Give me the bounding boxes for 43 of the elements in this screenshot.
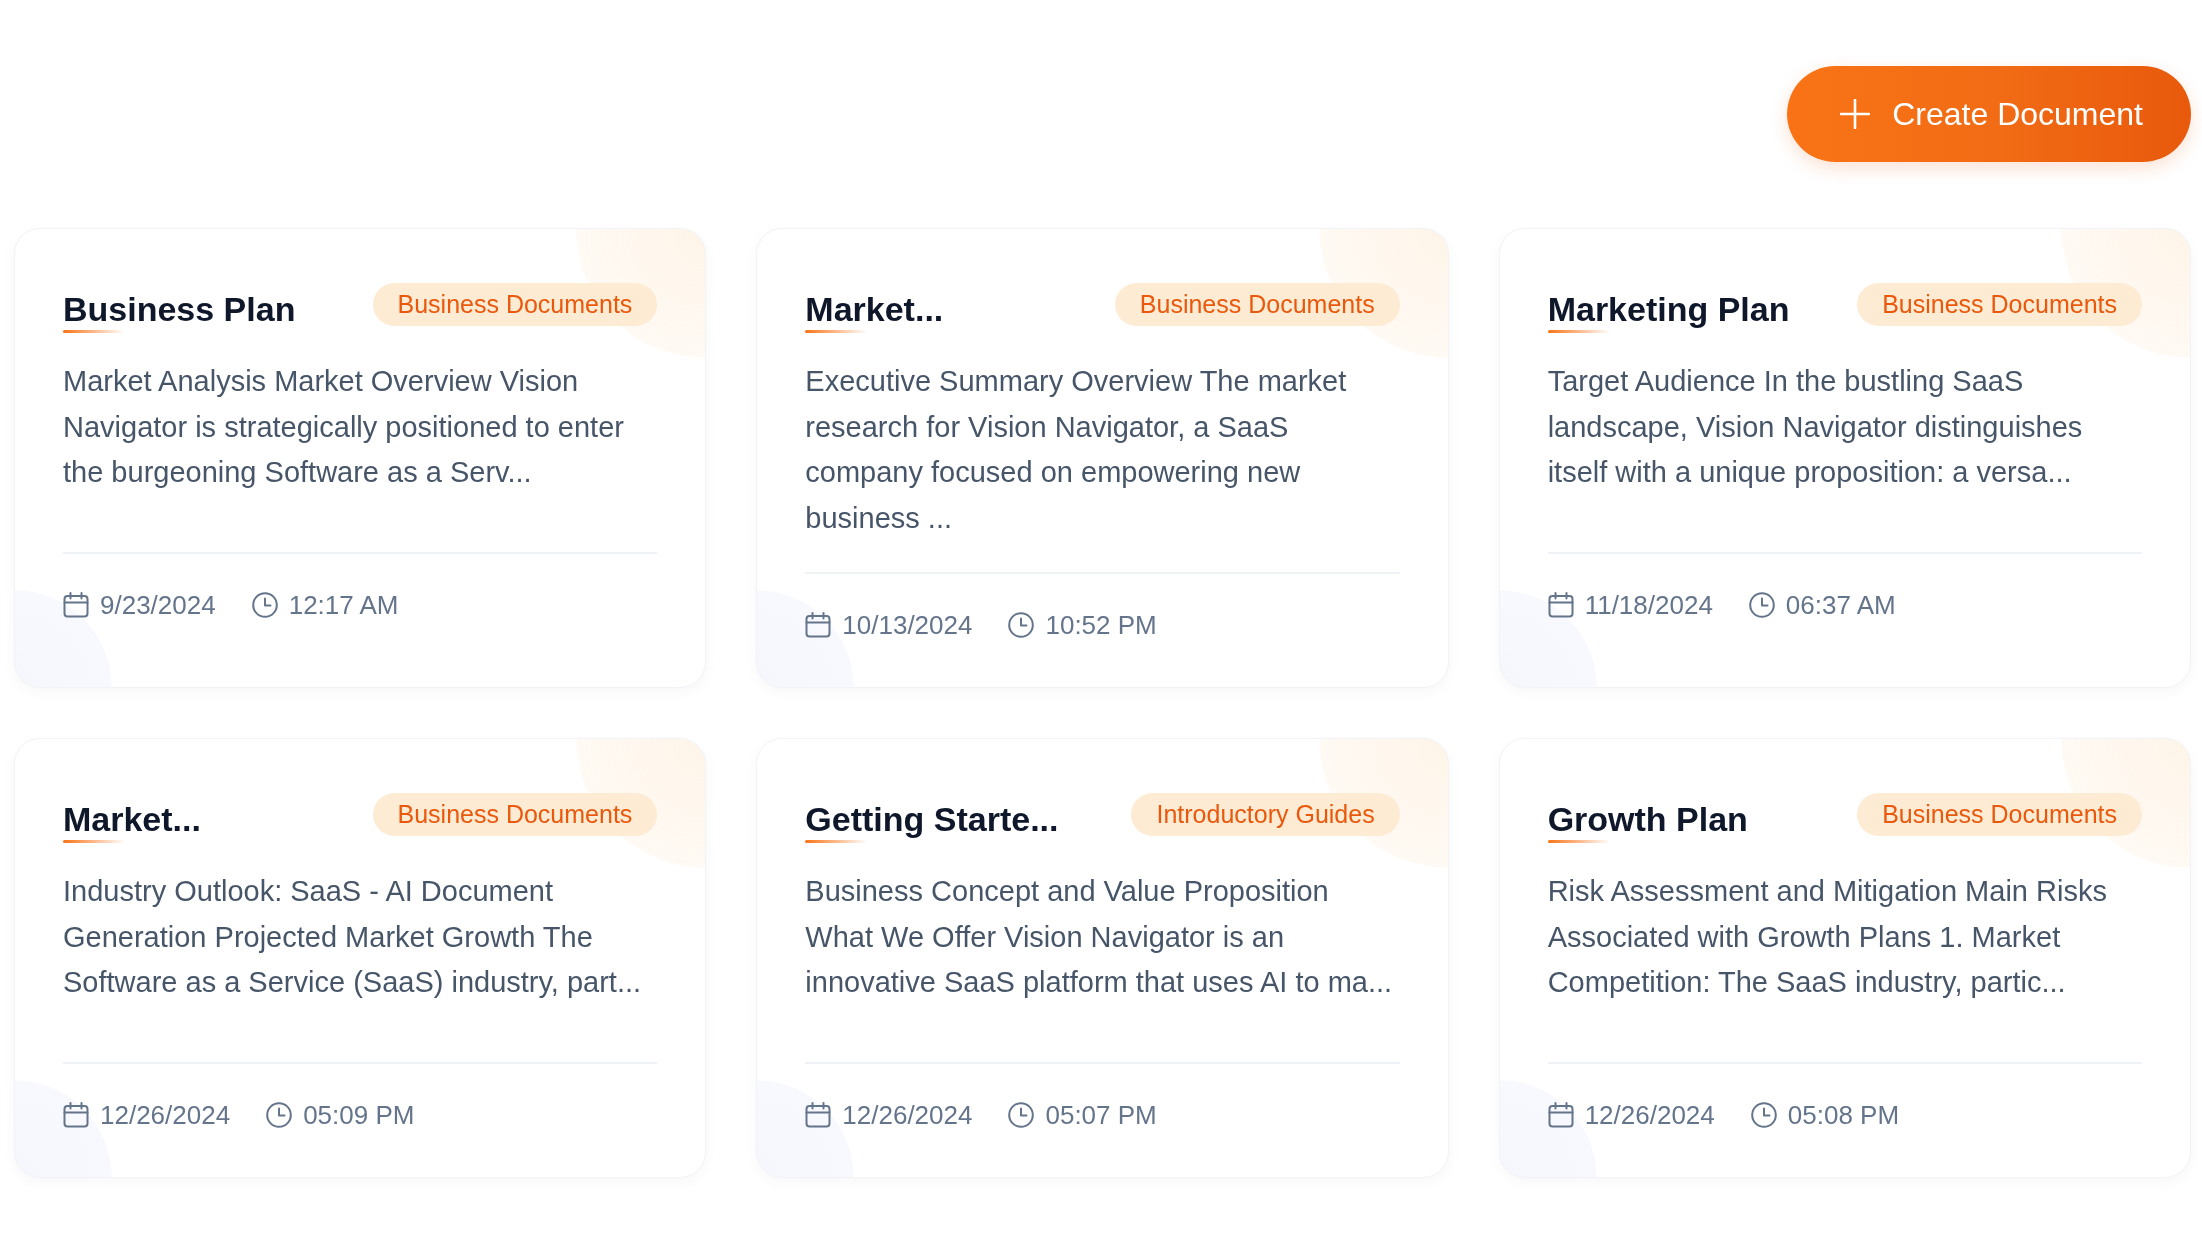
clock-icon	[1008, 1102, 1035, 1128]
time-label: 05:07 PM	[1045, 1099, 1157, 1131]
category-tag: Business Documents	[372, 283, 658, 326]
clock-icon	[1008, 612, 1035, 638]
clock-icon	[1750, 1102, 1777, 1128]
clock-icon	[251, 592, 278, 618]
time-label: 05:09 PM	[303, 1099, 415, 1131]
date-label: 11/18/2024	[1584, 589, 1713, 621]
date-label: 10/13/2024	[842, 609, 973, 641]
card-excerpt: Business Concept and Value Proposition What We Offer Vision Navigator is an innovative SaaS platform that uses AI to ma...	[805, 874, 1394, 1000]
document-card[interactable]: Market... Business Documents Industry Outlook: SaaS - AI Document Generation Projected Market Growth The Software as a Service (SaaS) industry, part... 12/26/2024 05:09 PM	[14, 738, 707, 1178]
card-excerpt: Market Analysis Market Overview Vision Navigator is strategically positioned to enter the burgeoning Software as a Serv...	[63, 364, 625, 490]
plus-icon	[1840, 99, 1871, 129]
card-excerpt: Industry Outlook: SaaS - AI Document Generation Projected Market Growth The Software as a Service (SaaS) industry, part...	[63, 874, 643, 1000]
calendar-icon	[805, 612, 832, 638]
date-label: 12/26/2024	[842, 1099, 973, 1131]
time-label: 12:17 AM	[288, 589, 399, 621]
category-tag: Business Documents	[372, 793, 658, 836]
time-label: 06:37 AM	[1785, 589, 1896, 621]
calendar-icon	[63, 1102, 89, 1128]
document-card[interactable]: Growth Plan Business Documents Risk Assessment and Mitigation Main Risks Associated with Growth Plans 1. Market Competition: The SaaS industry, partic... 12/26/2024 05:08 PM	[1498, 738, 2191, 1178]
date-label: 12/26/2024	[1584, 1099, 1715, 1131]
clock-icon	[1748, 592, 1775, 618]
calendar-icon	[63, 592, 89, 618]
date-label: 12/26/2024	[100, 1099, 231, 1131]
category-tag: Business Documents	[1114, 283, 1400, 326]
clock-icon	[266, 1102, 293, 1128]
card-excerpt: Risk Assessment and Mitigation Main Risks Associated with Growth Plans 1. Market Competition: The SaaS industry, partic...	[1547, 874, 2108, 1000]
category-tag: Business Documents	[1857, 793, 2142, 836]
category-tag: Business Documents	[1857, 283, 2142, 326]
calendar-icon	[1547, 1102, 1574, 1128]
document-card[interactable]: Marketing Plan Business Documents Target Audience In the bustling SaaS landscape, Vision Navigator distinguishes itself with a unique proposition: a versa... 11/18/2024 06:37 AM	[1498, 228, 2191, 688]
card-excerpt: Target Audience In the bustling SaaS landscape, Vision Navigator distinguishes itself with a unique proposition: a versa...	[1547, 364, 2084, 490]
category-tag: Introductory Guides	[1131, 793, 1400, 836]
card-excerpt: Executive Summary Overview The market research for Vision Navigator, a SaaS company focused on empowering new business ...	[805, 364, 1348, 536]
document-card[interactable]: Getting Starte... Introductory Guides Business Concept and Value Proposition What We Offer Vision Navigator is an innovative SaaS platform that uses AI to ma... 12/26/2024 05:07 PM	[756, 738, 1449, 1178]
document-card[interactable]: Market... Business Documents Executive Summary Overview The market research for Vision Navigator, a SaaS company focused on empowering new business ... 10/13/2024 10:52 PM	[756, 228, 1449, 688]
calendar-icon	[1547, 592, 1574, 618]
time-label: 05:08 PM	[1787, 1099, 1900, 1131]
date-label: 9/23/2024	[100, 589, 216, 621]
document-card[interactable]: Business Plan Business Documents Market Analysis Market Overview Vision Navigator is strategically positioned to enter the burgeoning Software as a Serv... 9/23/2024 12:17 AM	[14, 228, 707, 688]
calendar-icon	[805, 1102, 832, 1128]
time-label: 10:52 PM	[1045, 609, 1157, 641]
